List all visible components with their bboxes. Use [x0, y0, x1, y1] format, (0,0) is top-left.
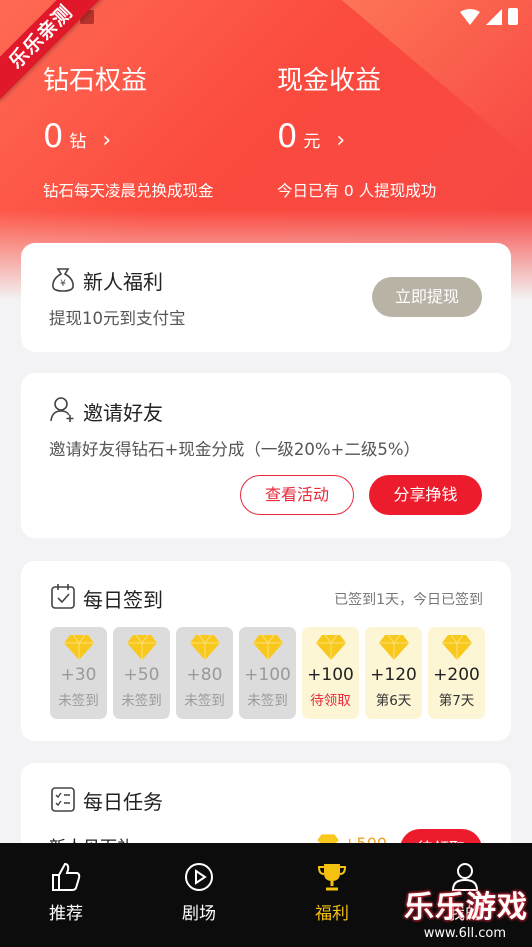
checkin-days: +30 未签到 +50 未签到 +80 未签到 +100 未签到 +100 待领…: [50, 627, 485, 719]
day-points: +200: [433, 665, 480, 685]
day-points: +80: [186, 665, 223, 685]
newbie-desc: 提现10元到支付宝: [49, 309, 186, 328]
tab-label: 剧场: [182, 904, 216, 924]
diamond-unit: 钻: [69, 132, 87, 152]
checkin-day-5[interactable]: +100 待领取: [302, 627, 359, 719]
tab-label: 推荐: [49, 904, 83, 924]
diamond-value-row[interactable]: 0 钻 ›: [43, 117, 214, 155]
checklist-icon: [51, 787, 75, 812]
trophy-icon: [317, 864, 347, 891]
checkin-card: 每日签到 已签到1天，今日已签到 +30 未签到 +50 未签到 +80 未签到…: [21, 561, 511, 741]
svg-text:¥: ¥: [60, 279, 66, 289]
cash-note: 今日已有 0 人提现成功: [277, 182, 437, 200]
chevron-right-icon[interactable]: ›: [336, 128, 345, 153]
status-icons: [460, 8, 518, 25]
checkin-day-6[interactable]: +120 第6天: [365, 627, 422, 719]
checkin-day-3[interactable]: +80 未签到: [176, 627, 233, 719]
cash-value: 0: [277, 117, 298, 155]
invite-desc: 邀请好友得钻石+现金分成（一级20%+二级5%）: [49, 440, 421, 459]
watermark-main: 乐乐游戏: [404, 890, 528, 925]
withdraw-now-button[interactable]: 立即提现: [372, 277, 482, 317]
cash-unit: 元: [303, 132, 321, 152]
add-user-icon: [50, 397, 74, 422]
tab-label: 福利: [315, 904, 349, 924]
checkin-title: 每日签到: [83, 588, 163, 612]
diamond-icon: [378, 634, 409, 660]
diamond-icon: [315, 634, 346, 660]
day-label: 未签到: [121, 693, 162, 709]
money-bag-icon: ¥: [52, 268, 74, 292]
day-points: +120: [370, 665, 417, 685]
diamond-icon: [126, 634, 157, 660]
day-label: 第6天: [375, 693, 412, 709]
welfare-page: 乐乐亲测 钻石权益 0 钻 › 钻石每天凌晨兑换成现金 现金收益 0 元 › 今…: [0, 0, 532, 947]
tab-theater[interactable]: 剧场: [159, 861, 239, 924]
checkin-day-4[interactable]: +100 未签到: [239, 627, 296, 719]
battery-icon: [508, 8, 518, 25]
cash-section[interactable]: 现金收益 0 元 › 今日已有 0 人提现成功: [277, 60, 436, 201]
day-points: +100: [244, 665, 291, 685]
diamond-title: 钻石权益: [43, 66, 148, 96]
invite-title: 邀请好友: [83, 401, 163, 425]
day-label: 未签到: [58, 693, 99, 709]
watermark-sub: www.6ll.com: [423, 926, 506, 941]
bottom-tab-bar: 推荐 剧场 福利 我的 乐乐游戏 www.6ll.com: [0, 843, 532, 947]
cash-title: 现金收益: [277, 66, 382, 96]
diamond-icon: [63, 634, 94, 660]
wifi-icon: [460, 8, 480, 25]
watermark: 乐乐游戏 www.6ll.com: [404, 882, 528, 941]
day-label: 未签到: [184, 693, 225, 709]
newbie-card: ¥ 新人福利 提现10元到支付宝 立即提现: [21, 243, 511, 352]
tasks-title: 每日任务: [83, 790, 163, 814]
diamond-icon: [189, 634, 220, 660]
checkin-day-7[interactable]: +200 第7天: [428, 627, 485, 719]
signal-icon: [486, 8, 502, 25]
day-label: 未签到: [247, 693, 288, 709]
checkin-day-2[interactable]: +50 未签到: [113, 627, 170, 719]
share-earn-button[interactable]: 分享挣钱: [369, 475, 482, 515]
checkin-status: 已签到1天，今日已签到: [334, 592, 483, 608]
chevron-right-icon[interactable]: ›: [102, 128, 111, 153]
day-label: 待领取: [310, 693, 351, 709]
cash-value-row[interactable]: 0 元 ›: [277, 117, 436, 155]
thumbs-up-icon: [52, 862, 81, 891]
newbie-title: 新人福利: [83, 270, 163, 294]
tab-welfare[interactable]: 福利: [292, 861, 372, 924]
diamond-note: 钻石每天凌晨兑换成现金: [43, 182, 214, 200]
invite-card: 邀请好友 邀请好友得钻石+现金分成（一级20%+二级5%） 查看活动 分享挣钱: [21, 373, 511, 538]
play-circle-icon: [185, 863, 213, 891]
diamond-icon: [252, 634, 283, 660]
diamond-icon: [441, 634, 472, 660]
calendar-check-icon: [51, 584, 75, 609]
day-points: +30: [60, 665, 97, 685]
day-points: +50: [123, 665, 160, 685]
day-label: 第7天: [438, 693, 475, 709]
diamond-section[interactable]: 钻石权益 0 钻 › 钻石每天凌晨兑换成现金: [43, 60, 214, 201]
tab-recommend[interactable]: 推荐: [26, 861, 106, 924]
view-activity-button[interactable]: 查看活动: [240, 475, 354, 515]
checkin-day-1[interactable]: +30 未签到: [50, 627, 107, 719]
diamond-value: 0: [43, 117, 64, 155]
day-points: +100: [307, 665, 354, 685]
